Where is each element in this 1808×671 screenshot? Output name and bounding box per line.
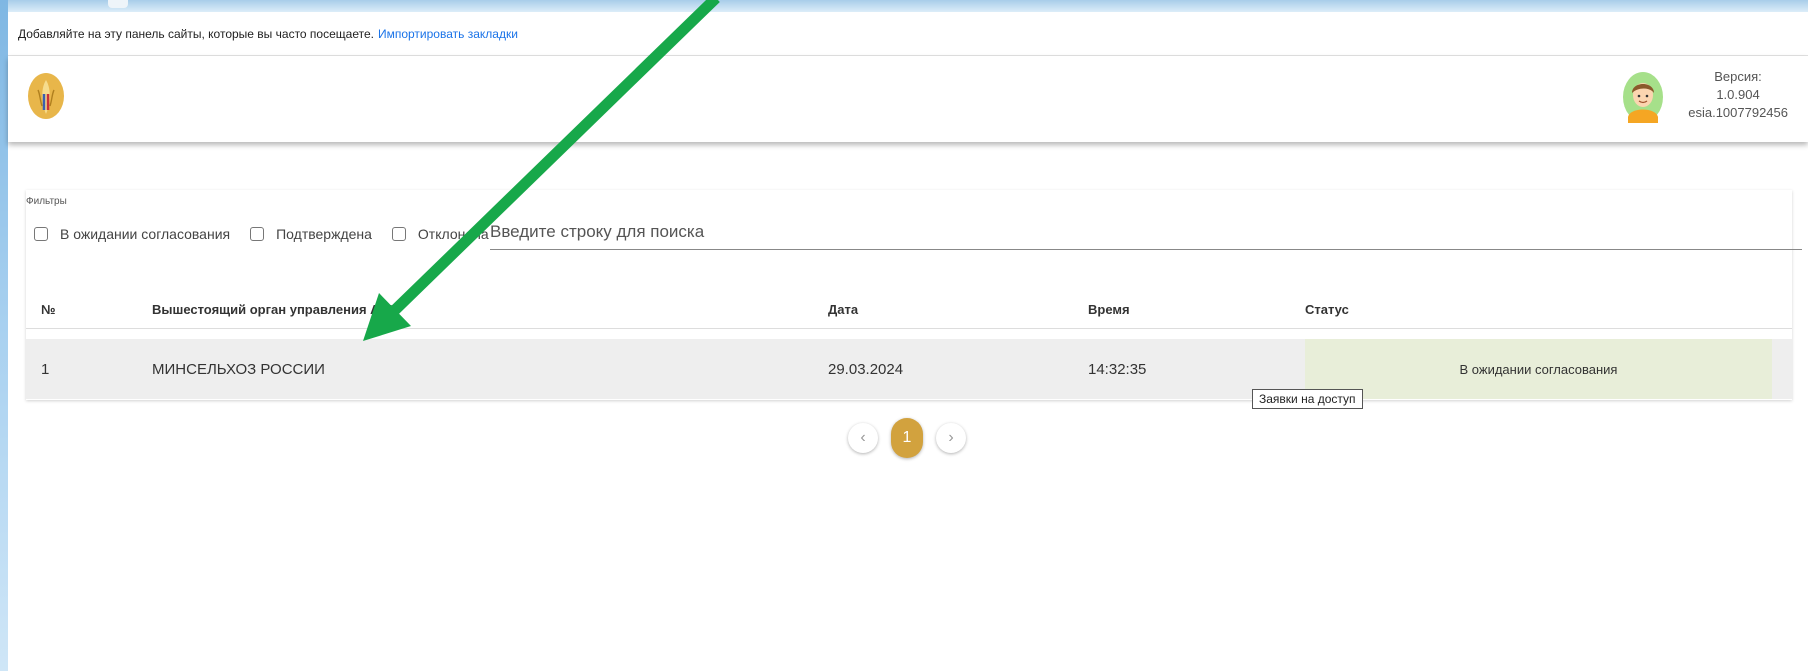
esia-id: esia.1007792456: [1688, 105, 1788, 120]
column-header-organization[interactable]: Вышестоящий орган управления АПК: [152, 290, 397, 328]
search-field: [490, 216, 1802, 250]
filter-rejected-checkbox[interactable]: Отклонена: [391, 226, 489, 242]
row-number: 1: [41, 360, 50, 378]
row-date: 29.03.2024: [828, 360, 904, 378]
requests-card: Фильтры В ожидании согласования Подтверж…: [26, 190, 1802, 400]
checkbox-icon[interactable]: [391, 227, 406, 241]
filters-title: Фильтры: [26, 196, 67, 207]
import-bookmarks-link[interactable]: Импортировать закладки: [378, 27, 518, 41]
chevron-right-icon[interactable]: ›: [936, 423, 966, 453]
browser-top-strip: [8, 0, 1808, 12]
tooltip: Заявки на доступ: [1252, 389, 1363, 409]
checkbox-icon[interactable]: [250, 227, 265, 241]
left-window-edge: [0, 0, 8, 671]
filter-confirmed-checkbox[interactable]: Подтверждена: [250, 226, 372, 242]
search-input[interactable]: [490, 216, 1802, 248]
filter-rejected-label: Отклонена: [417, 226, 489, 242]
row-time: 14:32:35: [1088, 360, 1147, 378]
browser-tab[interactable]: [108, 0, 128, 8]
column-header-date[interactable]: Дата: [828, 290, 858, 328]
filter-pending-checkbox[interactable]: В ожидании согласования: [34, 226, 230, 242]
row-organization: МИНСЕЛЬХОЗ РОССИИ: [152, 360, 325, 378]
column-header-status[interactable]: Статус: [1305, 290, 1349, 328]
column-header-time[interactable]: Время: [1088, 290, 1130, 328]
checkbox-icon[interactable]: [34, 227, 48, 241]
status-filter-checkboxes: В ожидании согласования Подтверждена Отк…: [34, 226, 509, 242]
filter-confirmed-label: Подтверждена: [276, 226, 372, 242]
status-badge: В ожидании согласования: [1305, 339, 1772, 399]
table-row[interactable]: 1 МИНСЕЛЬХОЗ РОССИИ 29.03.2024 14:32:35 …: [26, 339, 1792, 399]
column-header-number[interactable]: №: [41, 290, 56, 328]
version-number: 1.0.904: [1716, 87, 1760, 102]
filter-pending-label: В ожидании согласования: [60, 226, 231, 242]
version-info: Версия: 1.0.904 esia.1007792456: [1628, 68, 1788, 122]
chevron-left-icon[interactable]: ‹: [848, 423, 878, 453]
bookmarks-bar: Добавляйте на эту панель сайты, которые …: [8, 12, 1808, 56]
bookmarks-bar-hint: Добавляйте на эту панель сайты, которые …: [18, 26, 374, 41]
pagination: ‹ 1 ›: [848, 418, 966, 458]
page-button-current[interactable]: 1: [891, 418, 923, 458]
app-header: Версия: 1.0.904 esia.1007792456: [8, 56, 1808, 142]
wheat-emblem-icon[interactable]: [27, 72, 65, 120]
table-header: № Вышестоящий орган управления АПК Дата …: [26, 290, 1792, 329]
version-label: Версия:: [1714, 69, 1762, 84]
